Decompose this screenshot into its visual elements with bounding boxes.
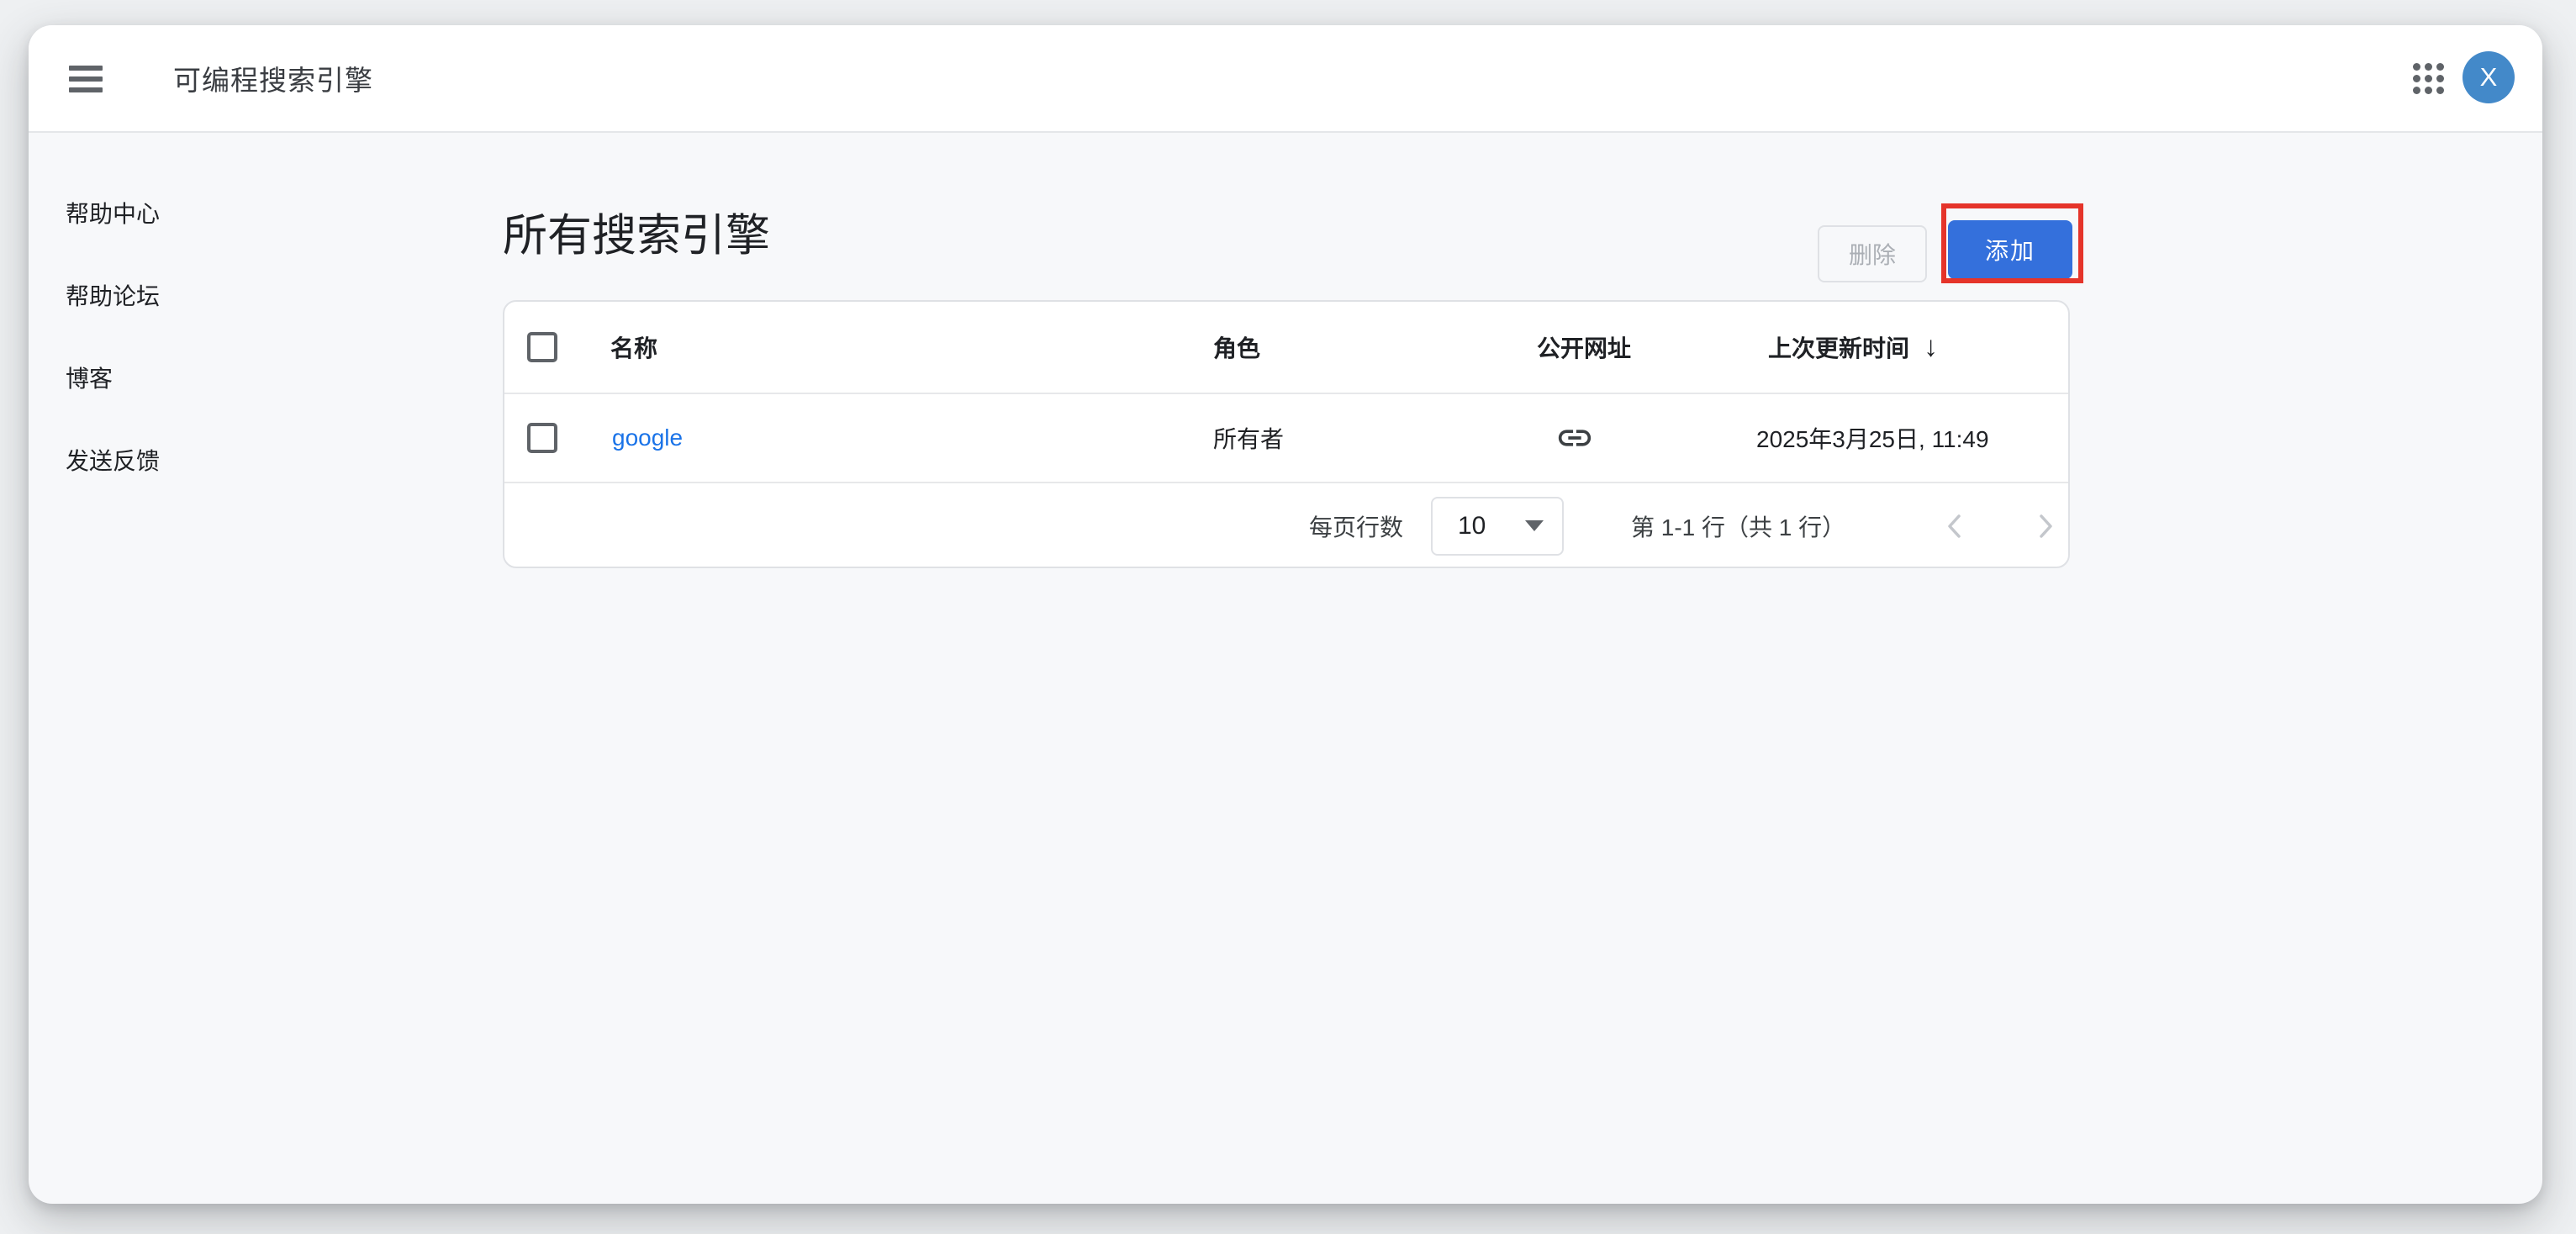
select-all-checkbox[interactable]	[527, 332, 557, 362]
sidebar-item-send-feedback[interactable]: 发送反馈	[66, 440, 402, 480]
table-pagination-row: 每页行数 10 第 1-1 行（共 1 行）	[504, 485, 2068, 567]
engines-table-card: 名称 角色 公开网址 上次更新时间 ↓ google 所有者 2025年3月25…	[503, 300, 2070, 568]
sidebar-item-help-forum[interactable]: 帮助论坛	[66, 275, 402, 315]
link-icon[interactable]	[1555, 419, 1594, 457]
rows-per-page-select[interactable]: 10	[1431, 497, 1564, 556]
menu-icon[interactable]	[69, 66, 103, 92]
apps-grid-icon[interactable]	[2413, 63, 2447, 95]
last-updated-value: 2025年3月25日, 11:49	[1756, 421, 1989, 455]
column-header-role[interactable]: 角色	[1213, 330, 1260, 364]
sidebar-item-help-center[interactable]: 帮助中心	[66, 192, 402, 233]
add-button[interactable]: 添加	[1948, 220, 2072, 279]
avatar[interactable]: X	[2463, 51, 2515, 103]
column-header-last-updated[interactable]: 上次更新时间	[1768, 330, 1909, 364]
next-page-icon[interactable]	[2028, 509, 2061, 543]
app-bar: 可编程搜索引擎 X	[29, 25, 2542, 133]
table-header-row: 名称 角色 公开网址 上次更新时间 ↓	[504, 302, 2068, 394]
sort-descending-icon[interactable]: ↓	[1924, 331, 1938, 364]
app-window: 可编程搜索引擎 X 帮助中心 帮助论坛 博客 发送反馈 所有搜索引擎 删除 添加…	[29, 25, 2542, 1204]
delete-button[interactable]: 删除	[1818, 225, 1927, 282]
page-heading: 所有搜索引擎	[503, 212, 770, 261]
rows-per-page-label: 每页行数	[1309, 509, 1403, 543]
page-title: 可编程搜索引擎	[173, 25, 373, 131]
rows-per-page-value: 10	[1458, 512, 1486, 541]
dropdown-arrow-icon	[1525, 520, 1544, 531]
column-header-public-url[interactable]: 公开网址	[1537, 330, 1631, 364]
engine-role: 所有者	[1213, 421, 1284, 455]
row-checkbox[interactable]	[527, 423, 557, 453]
sidebar-item-blog[interactable]: 博客	[66, 357, 402, 398]
engine-name-link[interactable]: google	[612, 425, 683, 451]
previous-page-icon[interactable]	[1939, 509, 1972, 543]
column-header-name[interactable]: 名称	[610, 330, 657, 364]
table-row: google 所有者 2025年3月25日, 11:49	[504, 394, 2068, 483]
pagination-range-label: 第 1-1 行（共 1 行）	[1631, 509, 1845, 543]
